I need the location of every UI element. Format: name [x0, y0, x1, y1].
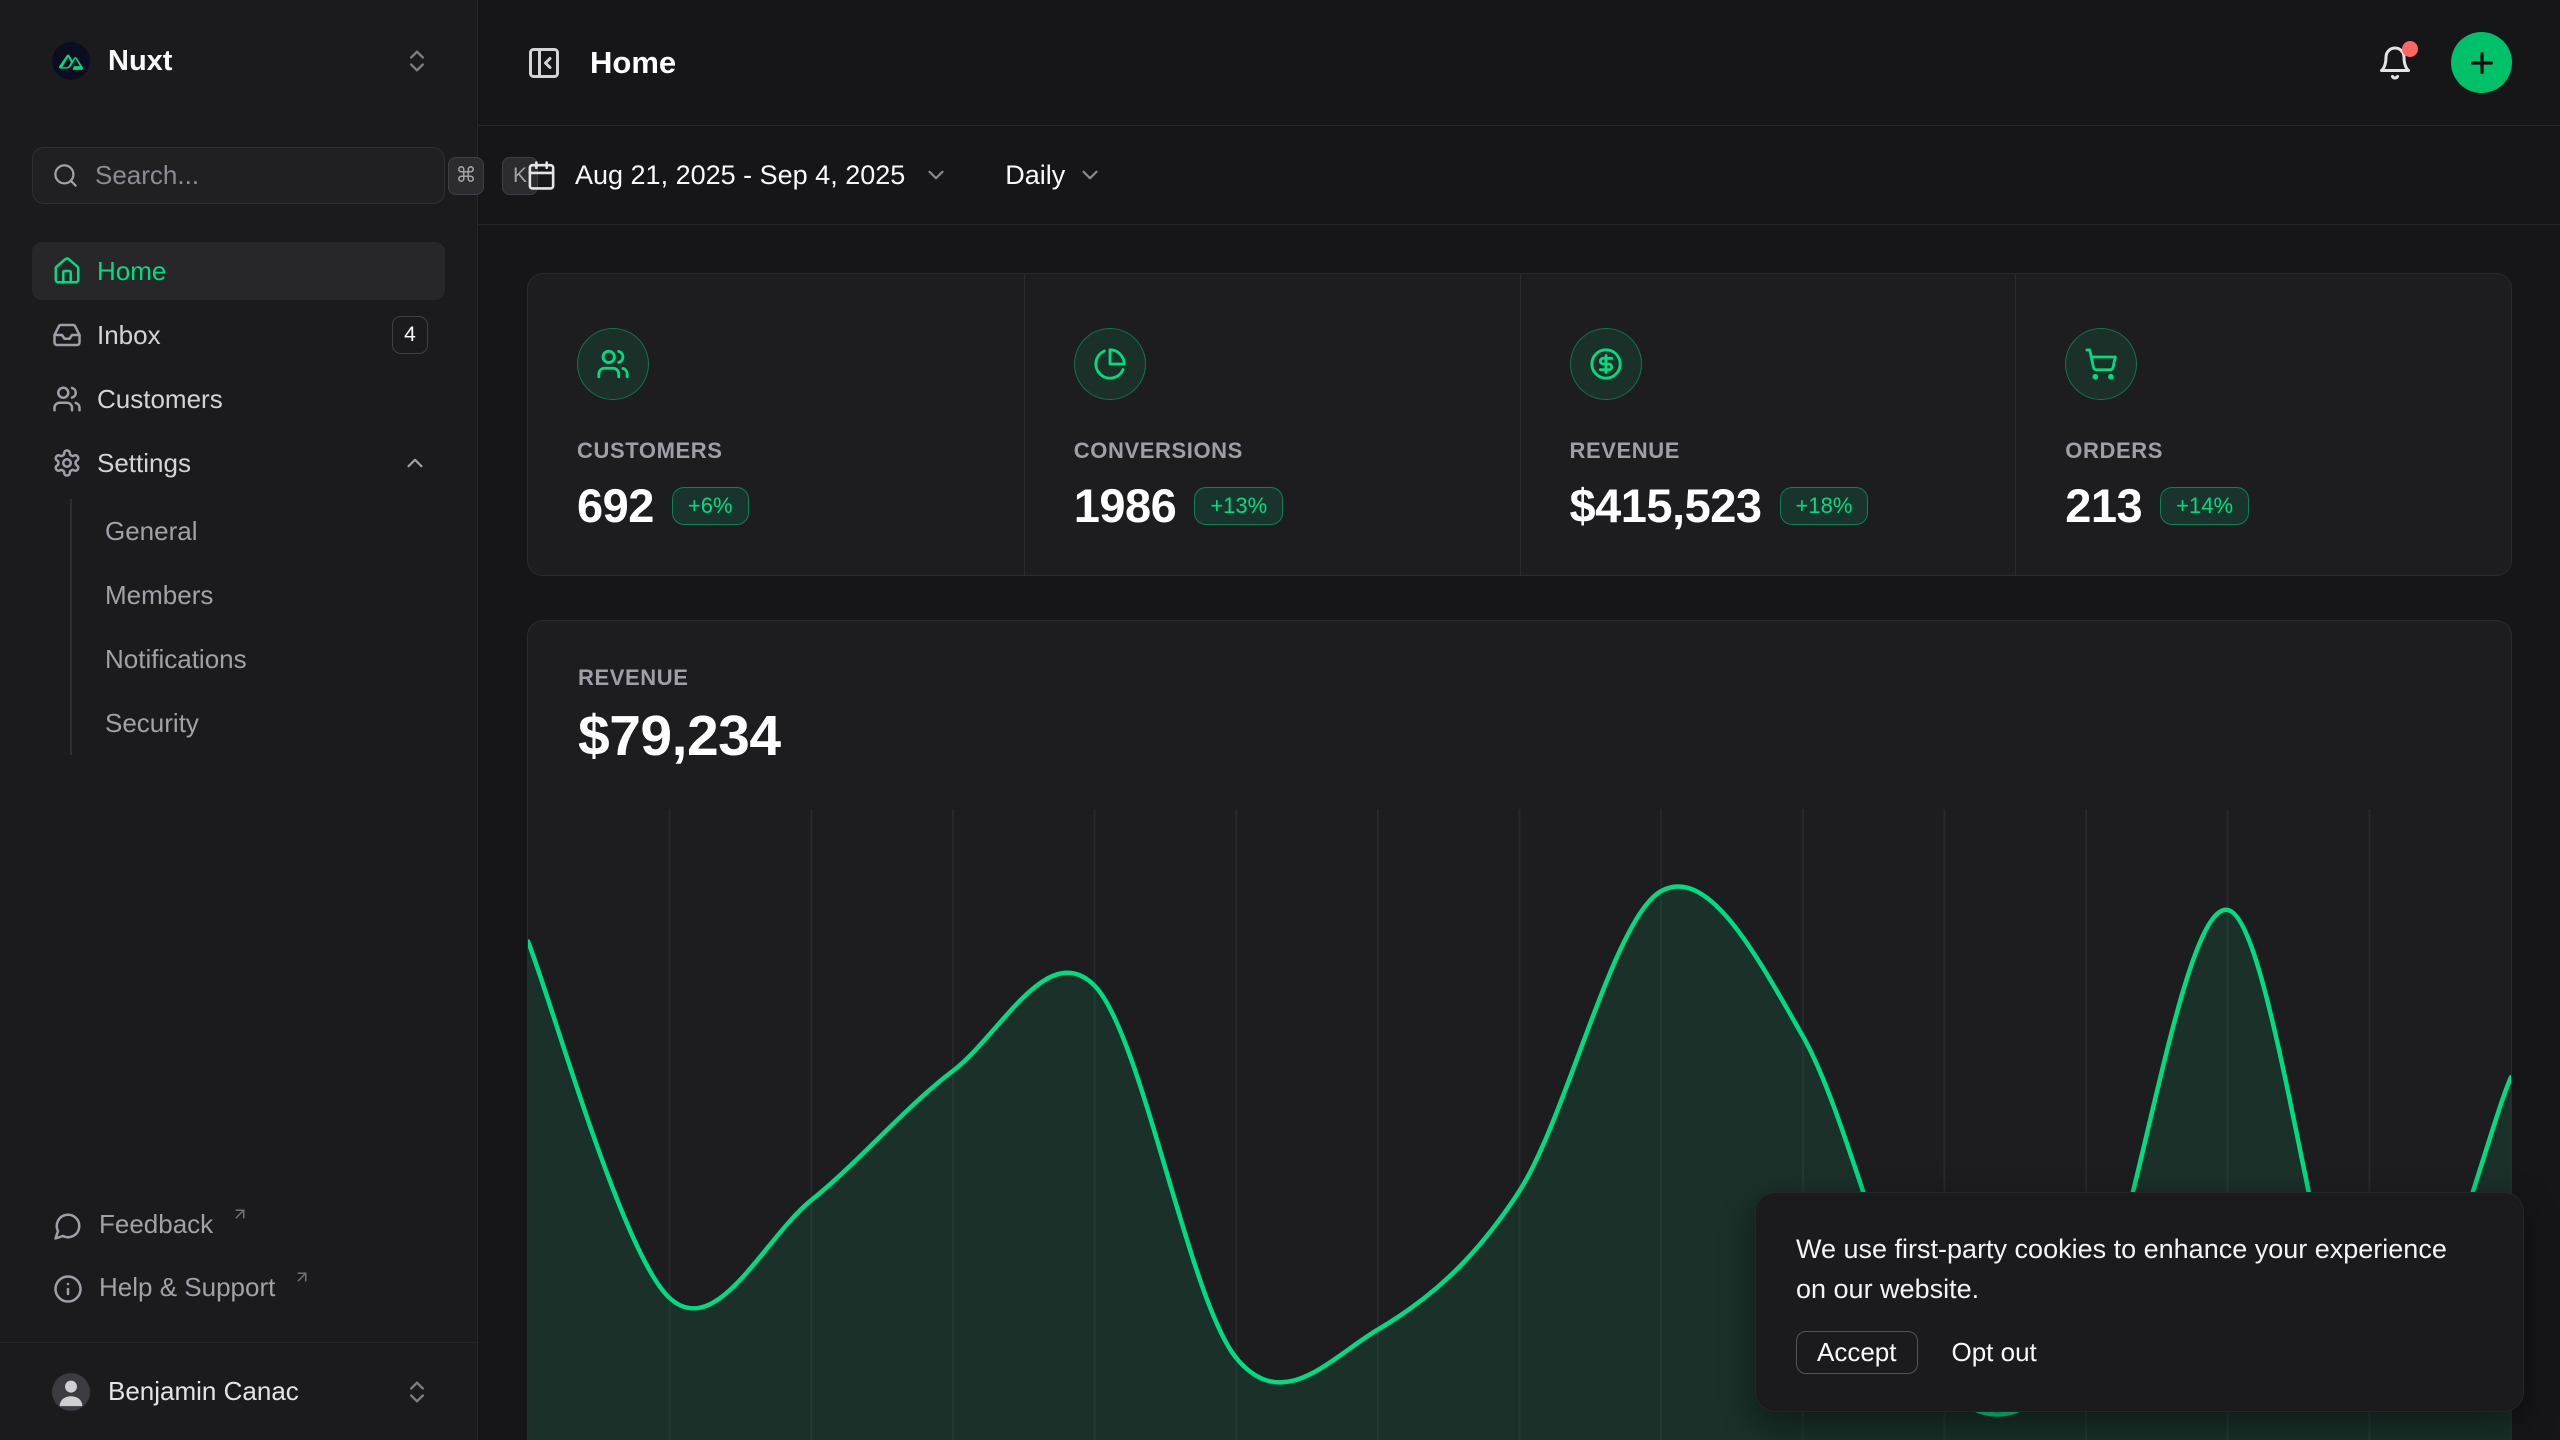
- message-bubble-icon: [53, 1211, 83, 1241]
- stat-label: CONVERSIONS: [1074, 438, 1480, 464]
- inbox-count-badge: 4: [392, 316, 428, 354]
- help-support-link[interactable]: Help & Support: [32, 1261, 445, 1319]
- sidebar-subitem-security[interactable]: Security: [72, 691, 445, 755]
- revenue-label: REVENUE: [578, 665, 2461, 691]
- cookie-message: We use first-party cookies to enhance yo…: [1796, 1229, 2483, 1309]
- date-range-label: Aug 21, 2025 - Sep 4, 2025: [575, 160, 905, 191]
- cookie-actions: Accept Opt out: [1796, 1331, 2483, 1374]
- sidebar-item-label: Home: [97, 256, 166, 287]
- revenue-chart-header: REVENUE $79,234: [528, 621, 2511, 809]
- header-actions: [2377, 32, 2512, 93]
- sidebar-item-home[interactable]: Home: [32, 242, 445, 300]
- filters-toolbar: Aug 21, 2025 - Sep 4, 2025 Daily: [478, 126, 2560, 225]
- page-title: Home: [590, 45, 676, 81]
- sidebar-item-inbox[interactable]: Inbox 4: [32, 306, 445, 364]
- help-support-label: Help & Support: [99, 1272, 275, 1303]
- users-icon: [52, 384, 82, 414]
- sidebar-subitem-notifications[interactable]: Notifications: [72, 627, 445, 691]
- notifications-button[interactable]: [2377, 45, 2413, 81]
- stat-card-conversions[interactable]: CONVERSIONS 1986 +13%: [1024, 274, 1520, 575]
- stat-label: REVENUE: [1570, 438, 1976, 464]
- users-icon: [577, 328, 649, 400]
- user-name: Benjamin Canac: [108, 1376, 299, 1407]
- add-button[interactable]: [2451, 32, 2512, 93]
- home-icon: [52, 256, 82, 286]
- opt-out-button[interactable]: Opt out: [1952, 1337, 2037, 1368]
- pie-chart-icon: [1074, 328, 1146, 400]
- plus-icon: [2466, 47, 2498, 79]
- stat-delta-badge: +14%: [2160, 487, 2249, 525]
- sidebar-item-customers[interactable]: Customers: [32, 370, 445, 428]
- chevron-up-icon: [402, 450, 428, 476]
- stat-value: 692: [577, 478, 654, 533]
- sidebar-item-label: Settings: [97, 448, 191, 479]
- calendar-icon: [526, 160, 557, 191]
- feedback-label: Feedback: [99, 1209, 213, 1240]
- date-range-picker[interactable]: Aug 21, 2025 - Sep 4, 2025: [526, 160, 949, 191]
- dollar-circle-icon: [1570, 328, 1642, 400]
- info-circle-icon: [53, 1274, 83, 1304]
- gear-icon: [52, 448, 82, 478]
- revenue-total: $79,234: [578, 703, 2461, 769]
- stat-card-customers[interactable]: CUSTOMERS 692 +6%: [528, 274, 1024, 575]
- stat-card-revenue[interactable]: REVENUE $415,523 +18%: [1520, 274, 2016, 575]
- external-link-icon: [231, 1205, 249, 1223]
- cookie-banner: We use first-party cookies to enhance yo…: [1755, 1192, 2524, 1412]
- external-link-icon: [293, 1268, 311, 1286]
- cart-icon: [2065, 328, 2137, 400]
- stat-value: 1986: [1074, 478, 1177, 533]
- sidebar: Nuxt ⌘ K Home Inbox 4: [0, 0, 478, 1440]
- chevrons-up-down-icon: [403, 1378, 431, 1406]
- search-input[interactable]: [95, 160, 430, 191]
- subitem-label: Notifications: [105, 644, 247, 675]
- stat-value: $415,523: [1570, 478, 1762, 533]
- sidebar-subitem-general[interactable]: General: [72, 499, 445, 563]
- chevrons-up-down-icon: [403, 47, 431, 75]
- stat-value: 213: [2065, 478, 2142, 533]
- search-icon: [52, 162, 79, 189]
- stat-label: CUSTOMERS: [577, 438, 984, 464]
- team-switcher[interactable]: Nuxt: [32, 22, 445, 100]
- sidebar-item-settings[interactable]: Settings: [32, 434, 445, 492]
- sidebar-nav: Home Inbox 4 Customers Settings: [32, 242, 445, 498]
- inbox-icon: [52, 320, 82, 350]
- subitem-label: Members: [105, 580, 213, 611]
- avatar: [52, 1373, 90, 1411]
- stats-panel: CUSTOMERS 692 +6% CONVERSIONS 1986 +13%: [527, 273, 2512, 576]
- stat-label: ORDERS: [2065, 438, 2471, 464]
- search-box[interactable]: ⌘ K: [32, 147, 445, 204]
- subitem-label: General: [105, 516, 198, 547]
- sidebar-item-label: Customers: [97, 384, 223, 415]
- stat-card-orders[interactable]: ORDERS 213 +14%: [2015, 274, 2511, 575]
- notification-dot: [2402, 41, 2418, 57]
- sidebar-footer: Feedback Help & Support: [32, 1198, 445, 1324]
- sidebar-subitem-members[interactable]: Members: [72, 563, 445, 627]
- accept-button[interactable]: Accept: [1796, 1331, 1918, 1374]
- stat-delta-badge: +13%: [1194, 487, 1283, 525]
- user-menu[interactable]: Benjamin Canac: [0, 1342, 477, 1440]
- sidebar-collapse-button[interactable]: [526, 45, 562, 81]
- stat-delta-badge: +18%: [1780, 487, 1869, 525]
- chevron-down-icon: [923, 162, 949, 188]
- subitem-label: Security: [105, 708, 199, 739]
- sidebar-item-label: Inbox: [97, 320, 161, 351]
- feedback-link[interactable]: Feedback: [32, 1198, 445, 1256]
- chevron-down-icon: [1077, 162, 1103, 188]
- team-name: Nuxt: [108, 45, 172, 78]
- nuxt-logo-icon: [52, 42, 90, 80]
- settings-subnav: General Members Notifications Security: [70, 499, 445, 755]
- stat-delta-badge: +6%: [672, 487, 749, 525]
- granularity-select[interactable]: Daily: [1005, 160, 1103, 191]
- sidebar-spacer: [32, 755, 445, 1198]
- top-header: Home: [478, 0, 2560, 126]
- granularity-label: Daily: [1005, 160, 1065, 191]
